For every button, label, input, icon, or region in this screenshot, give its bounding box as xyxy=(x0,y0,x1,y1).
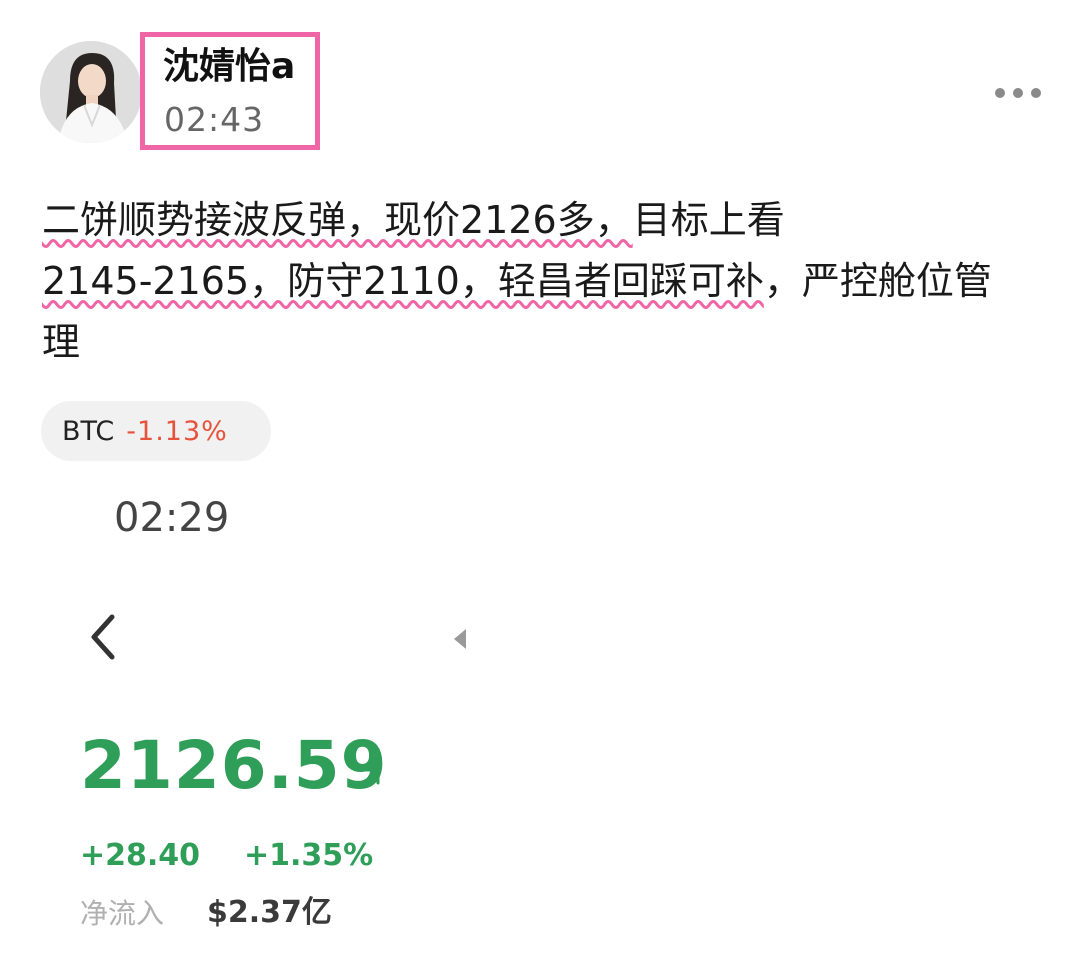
coin-tag[interactable]: BTC -1.13% xyxy=(41,401,271,461)
highlighted-text: 2145-2165，防守2110，轻昌者回踩可补 xyxy=(42,259,764,303)
arrow-up-right-icon xyxy=(359,768,380,789)
post-timestamp: 02:43 xyxy=(164,100,265,139)
caret-left-icon[interactable] xyxy=(450,626,470,652)
avatar[interactable] xyxy=(40,41,142,143)
more-dots-icon xyxy=(1013,88,1023,98)
more-options-button[interactable] xyxy=(988,76,1048,110)
coin-change: -1.13% xyxy=(126,415,228,447)
netflow-label: 净流入 xyxy=(80,897,165,930)
price-change-absolute: +28.40 xyxy=(80,838,201,873)
plain-text: 理 xyxy=(42,320,81,364)
plain-text: 目标上看 xyxy=(632,198,785,242)
price-value: 2126.59 xyxy=(80,727,388,804)
post-line: 理 xyxy=(42,312,1042,373)
plain-text: ，严控舱位管 xyxy=(763,259,992,303)
more-dots-icon xyxy=(995,88,1005,98)
post-line: 2145-2165，防守2110，轻昌者回踩可补，严控舱位管 xyxy=(42,251,1042,312)
post-line: 二饼顺势接波反弹，现价2126多，目标上看 xyxy=(42,190,1042,251)
coin-symbol: BTC xyxy=(62,415,115,447)
netflow-value: $2.37亿 xyxy=(207,895,332,930)
more-dots-icon xyxy=(1031,88,1041,98)
author-name[interactable]: 沈婧怡a xyxy=(163,42,295,92)
price-change-percent: +1.35% xyxy=(244,838,374,873)
highlighted-text: 二饼顺势接波反弹，现价2126多， xyxy=(42,198,633,242)
post-body: 二饼顺势接波反弹，现价2126多，目标上看 2145-2165，防守2110，轻… xyxy=(42,190,1042,373)
avatar-portrait-image xyxy=(40,41,142,143)
chevron-left-icon[interactable] xyxy=(86,611,126,663)
status-bar-time: 02:29 xyxy=(114,495,230,541)
